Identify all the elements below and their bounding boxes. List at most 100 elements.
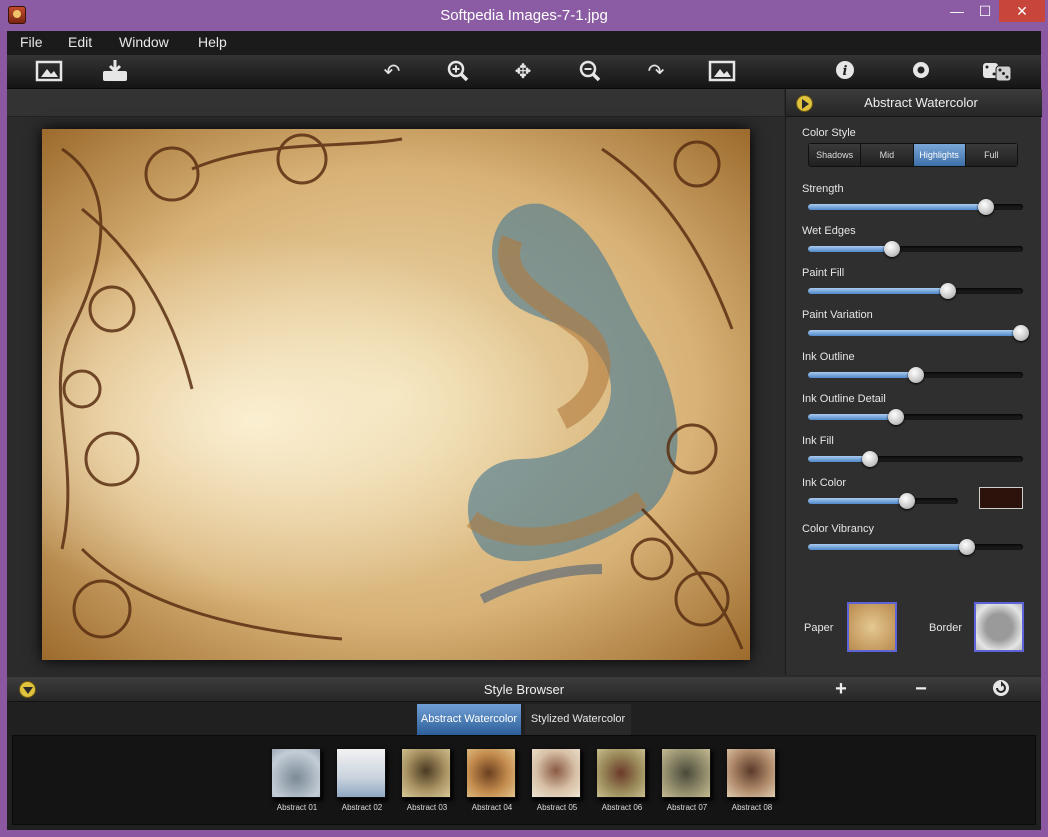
thumbnail-label: Abstract 01 — [276, 803, 318, 812]
wet-edges-label: Wet Edges — [802, 225, 856, 237]
tab-abstract-watercolor[interactable]: Abstract Watercolor — [417, 704, 521, 735]
title-bar: Softpedia Images-7-1.jpg — ☐ ✕ — [0, 0, 1048, 31]
refresh-icon[interactable] — [990, 678, 1012, 700]
style-thumbnail-tray: Abstract 01 Abstract 02 Abstract 03 Abst… — [12, 735, 1036, 825]
strength-label: Strength — [802, 183, 844, 195]
slider-knob[interactable] — [862, 451, 879, 467]
fit-image-icon[interactable] — [708, 59, 736, 85]
thumbnail-label: Abstract 07 — [666, 803, 708, 812]
app-frame: File Edit Window Help ↶ ✥ ↷ i Abstract W… — [7, 31, 1042, 830]
style-thumbnail[interactable]: Abstract 05 — [531, 748, 583, 812]
minimize-button[interactable]: — — [943, 0, 971, 22]
ink-color-slider[interactable] — [808, 493, 958, 509]
window-bottom-border — [7, 830, 1041, 837]
thumbnail-image — [661, 748, 711, 798]
image-preview[interactable] — [42, 129, 750, 660]
thumbnail-label: Abstract 05 — [536, 803, 578, 812]
menu-window[interactable]: Window — [119, 34, 169, 50]
slider-knob[interactable] — [1012, 325, 1029, 341]
thumbnail-label: Abstract 02 — [341, 803, 383, 812]
paint-variation-label: Paint Variation — [802, 309, 873, 321]
ink-outline-slider[interactable] — [808, 367, 1023, 383]
border-label: Border — [929, 622, 963, 634]
style-thumbnail[interactable]: Abstract 06 — [596, 748, 648, 812]
ink-fill-slider[interactable] — [808, 451, 1023, 467]
color-style-full[interactable]: Full — [965, 144, 1017, 166]
watercolor-artwork — [58, 133, 744, 650]
color-style-selector: Shadows Mid Highlights Full — [808, 143, 1018, 167]
close-button[interactable]: ✕ — [999, 0, 1045, 22]
wet-edges-slider[interactable] — [808, 241, 1023, 257]
toolbar: ↶ ✥ ↷ i — [7, 55, 1041, 89]
add-style-icon[interactable]: + — [830, 678, 852, 700]
thumbnail-image — [401, 748, 451, 798]
color-style-highlights[interactable]: Highlights — [913, 144, 966, 166]
style-browser-title: Style Browser — [483, 682, 565, 697]
color-vibrancy-label: Color Vibrancy — [802, 523, 874, 535]
paint-variation-slider[interactable] — [808, 325, 1029, 341]
style-thumbnail[interactable]: Abstract 04 — [466, 748, 518, 812]
zoom-out-icon[interactable] — [576, 59, 604, 85]
ink-color-swatch[interactable] — [979, 487, 1023, 509]
canvas-header-strip — [7, 89, 784, 117]
ink-fill-label: Ink Fill — [802, 435, 834, 447]
zoom-in-icon[interactable] — [444, 59, 472, 85]
save-icon[interactable] — [101, 59, 129, 85]
move-icon[interactable]: ✥ — [509, 59, 537, 85]
paper-texture-button[interactable] — [847, 602, 897, 652]
color-style-shadows[interactable]: Shadows — [809, 144, 862, 166]
menu-help[interactable]: Help — [198, 34, 227, 50]
undo-icon[interactable]: ↶ — [378, 59, 406, 85]
redo-icon[interactable]: ↷ — [642, 59, 670, 85]
thumbnail-label: Abstract 03 — [406, 803, 448, 812]
thumbnail-image — [726, 748, 776, 798]
color-vibrancy-slider[interactable] — [808, 539, 1023, 555]
tab-stylized-watercolor[interactable]: Stylized Watercolor — [525, 704, 631, 735]
slider-knob[interactable] — [939, 283, 956, 299]
settings-icon[interactable] — [907, 59, 935, 85]
style-thumbnail[interactable]: Abstract 03 — [401, 748, 453, 812]
thumbnail-image — [596, 748, 646, 798]
info-icon[interactable]: i — [831, 59, 859, 85]
thumbnail-image — [531, 748, 581, 798]
maximize-button[interactable]: ☐ — [971, 0, 999, 22]
border-texture-button[interactable] — [974, 602, 1024, 652]
menu-edit[interactable]: Edit — [68, 34, 92, 50]
ink-color-label: Ink Color — [802, 477, 847, 489]
open-image-icon[interactable] — [35, 59, 63, 85]
style-thumbnail[interactable]: Abstract 01 — [271, 748, 323, 812]
style-thumbnail[interactable]: Abstract 07 — [661, 748, 713, 812]
svg-text:i: i — [843, 64, 848, 79]
style-thumbnail[interactable]: Abstract 08 — [726, 748, 778, 812]
slider-knob[interactable] — [978, 199, 995, 215]
style-browser-header: Style Browser + − — [7, 677, 1041, 702]
strength-slider[interactable] — [808, 199, 1023, 215]
random-dice-icon[interactable] — [981, 59, 1015, 85]
slider-knob[interactable] — [959, 539, 976, 555]
paint-fill-slider[interactable] — [808, 283, 1023, 299]
thumbnail-label: Abstract 04 — [471, 803, 513, 812]
color-style-mid[interactable]: Mid — [861, 144, 914, 166]
canvas-area — [7, 89, 784, 675]
remove-style-icon[interactable]: − — [910, 678, 932, 700]
ink-outline-label: Ink Outline — [802, 351, 855, 363]
slider-knob[interactable] — [899, 493, 915, 509]
thumbnail-image — [271, 748, 321, 798]
menu-bar: File Edit Window Help — [7, 31, 1041, 55]
paper-label: Paper — [804, 622, 834, 634]
slider-knob[interactable] — [907, 367, 924, 383]
style-browser: Style Browser + − Abstract Watercolor St… — [7, 677, 1041, 830]
slider-knob[interactable] — [888, 409, 905, 425]
window-title: Softpedia Images-7-1.jpg — [440, 7, 608, 24]
thumbnail-image — [466, 748, 516, 798]
thumbnail-image — [336, 748, 386, 798]
menu-file[interactable]: File — [20, 34, 43, 50]
style-thumbnail[interactable]: Abstract 02 — [336, 748, 388, 812]
ink-outline-detail-label: Ink Outline Detail — [802, 393, 886, 405]
slider-knob[interactable] — [883, 241, 900, 257]
panel-header: Abstract Watercolor — [786, 89, 1042, 117]
thumbnail-label: Abstract 08 — [731, 803, 773, 812]
ink-outline-detail-slider[interactable] — [808, 409, 1023, 425]
paint-fill-label: Paint Fill — [802, 267, 845, 279]
filter-settings-panel: Abstract Watercolor Color Style Shadows … — [785, 89, 1042, 675]
